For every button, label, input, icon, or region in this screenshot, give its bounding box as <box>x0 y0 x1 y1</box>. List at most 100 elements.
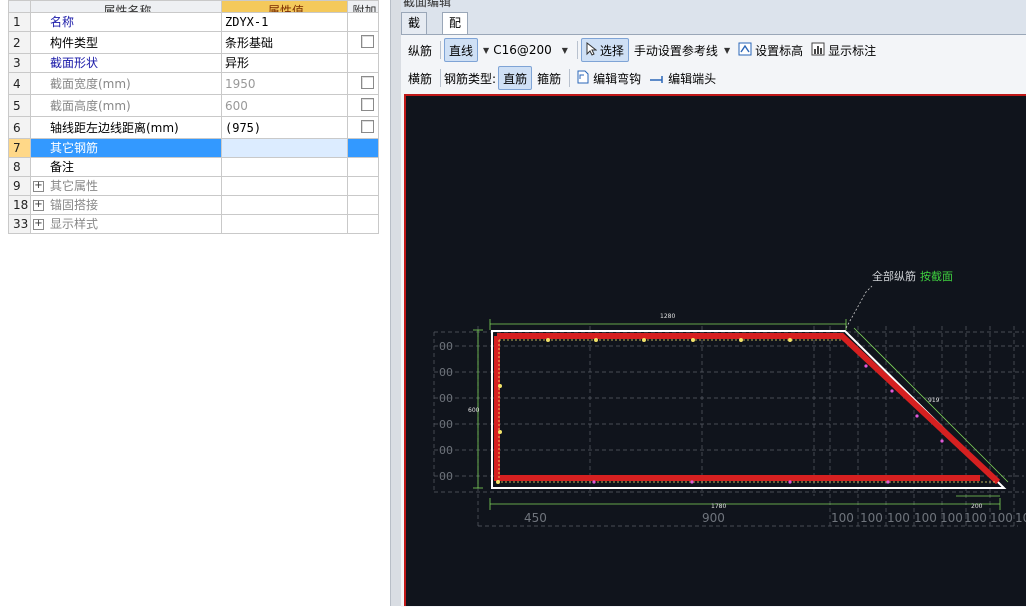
edit-bend-button[interactable]: 编辑弯钩 <box>573 67 644 89</box>
property-name-cell[interactable]: 备注 <box>30 157 222 177</box>
expand-icon[interactable]: + <box>33 219 44 230</box>
property-name: 轴线距左边线距离(mm) <box>50 120 179 135</box>
property-value[interactable] <box>221 138 348 158</box>
grid-label-left: 00 <box>439 392 453 405</box>
property-value[interactable] <box>221 157 348 177</box>
row-number: 18 <box>8 195 31 215</box>
select-label: 选择 <box>599 43 624 58</box>
property-row[interactable]: 2 构件类型 条形基础 <box>8 31 379 54</box>
show-annotation-button[interactable]: 显示标注 <box>808 39 879 61</box>
rebar-spec-select[interactable]: C16@200 ▼ <box>489 40 572 60</box>
annotation-by-section[interactable]: 按截面 <box>920 269 953 283</box>
property-value[interactable]: ZDYX-1 <box>221 12 348 32</box>
annotation-all-rebar: 全部纵筋 <box>872 269 916 283</box>
dimension-bottom-right: 200 <box>971 503 983 510</box>
property-row[interactable]: 5 截面高度(mm) 600 <box>8 94 379 117</box>
extra-checkbox[interactable] <box>361 120 374 133</box>
property-value[interactable]: (975) <box>221 116 348 139</box>
select-button[interactable]: 选择 <box>580 38 629 62</box>
property-row[interactable]: 33 + 显示样式 <box>8 214 379 234</box>
grid-label-left: 00 <box>439 418 453 431</box>
rebar-type-label: 钢筋类型: <box>444 71 497 86</box>
property-value[interactable]: 1950 <box>221 72 348 95</box>
dimension-slope: 919 <box>928 397 940 404</box>
line-mode-label: 直线 <box>449 43 474 58</box>
section-outline[interactable] <box>491 330 1007 489</box>
extra-cell <box>347 138 379 158</box>
rebar-path[interactable] <box>494 333 1001 485</box>
property-name-cell[interactable]: 构件类型 <box>30 31 222 54</box>
grid-label-bottom: 100 <box>940 511 963 525</box>
extra-checkbox[interactable] <box>361 76 374 89</box>
edit-bend-label: 编辑弯钩 <box>593 71 642 86</box>
tab-section[interactable]: 截面 <box>401 12 428 51</box>
manual-ref-line-button[interactable]: 手动设置参考线 ▼ <box>631 39 733 61</box>
straight-bar-button[interactable]: 直筋 <box>498 66 533 90</box>
drawing-canvas[interactable]: 00 00 00 00 00 00 450 900 100 100 100 10… <box>404 94 1026 606</box>
edit-end-button[interactable]: 编辑端头 <box>646 67 719 89</box>
property-name-cell[interactable]: + 其它属性 <box>30 176 222 196</box>
property-name-cell[interactable]: 截面高度(mm) <box>30 94 222 117</box>
show-annotation-label: 显示标注 <box>828 43 877 58</box>
stirrup-button[interactable]: 箍筋 <box>534 67 564 89</box>
section-drawing[interactable]: 00 00 00 00 00 00 450 900 100 100 100 10… <box>406 96 1026 608</box>
extra-cell <box>347 94 379 117</box>
grid-label-bottom: 450 <box>524 511 547 525</box>
property-value[interactable] <box>221 195 348 215</box>
header-name: 属性名称 <box>30 0 222 13</box>
header-value: 属性值 <box>221 0 348 13</box>
header-num <box>8 0 31 13</box>
expand-icon[interactable]: + <box>33 200 44 211</box>
property-name-cell[interactable]: + 显示样式 <box>30 214 222 234</box>
property-row[interactable]: 18 + 锚固搭接 <box>8 195 379 215</box>
extra-checkbox[interactable] <box>361 98 374 111</box>
extra-cell <box>347 31 379 54</box>
chevron-down-icon: ▼ <box>561 45 568 55</box>
extra-cell <box>347 53 379 73</box>
property-name: 其它属性 <box>50 179 99 193</box>
line-mode-button[interactable]: 直线 <box>444 38 479 62</box>
property-value[interactable]: 600 <box>221 94 348 117</box>
property-name-cell[interactable]: + 锚固搭接 <box>30 195 222 215</box>
property-name: 名称 <box>50 15 75 29</box>
property-name: 构件类型 <box>50 35 99 50</box>
straight-bar-label: 直筋 <box>503 71 528 86</box>
grid-label-bottom: 100 <box>887 511 910 525</box>
property-row[interactable]: 6 轴线距左边线距离(mm) (975) <box>8 116 379 139</box>
property-name-cell[interactable]: 轴线距左边线距离(mm) <box>30 116 222 139</box>
expand-icon[interactable]: + <box>33 181 44 192</box>
property-row[interactable]: 4 截面宽度(mm) 1950 <box>8 72 379 95</box>
annotation-chart-icon <box>811 42 825 59</box>
property-row[interactable]: 7 其它钢筋 <box>8 138 379 158</box>
property-name-cell[interactable]: 名称 <box>30 12 222 32</box>
property-name: 其它钢筋 <box>50 141 99 155</box>
property-name: 备注 <box>50 160 75 174</box>
tab-reinforcement[interactable]: 配筋 <box>442 12 469 51</box>
row-number: 5 <box>8 94 31 117</box>
extra-cell <box>347 195 379 215</box>
manual-ref-label: 手动设置参考线 <box>633 43 718 58</box>
extra-cell <box>347 214 379 234</box>
set-elevation-button[interactable]: 设置标高 <box>735 39 806 61</box>
extra-cell <box>347 72 379 95</box>
extra-checkbox[interactable] <box>361 35 374 48</box>
property-row[interactable]: 1 名称 ZDYX-1 <box>8 12 379 32</box>
grid-label-left: 00 <box>439 366 453 379</box>
property-value[interactable]: 异形 <box>221 53 348 73</box>
dimension-top: 1280 <box>660 313 675 320</box>
editor-title: 截面编辑 <box>403 0 452 9</box>
property-row[interactable]: 9 + 其它属性 <box>8 176 379 196</box>
rebar-points[interactable] <box>496 338 792 484</box>
property-name-cell[interactable]: 截面宽度(mm) <box>30 72 222 95</box>
property-name-cell[interactable]: 其它钢筋 <box>30 138 222 158</box>
property-value[interactable] <box>221 214 348 234</box>
property-row[interactable]: 3 截面形状 异形 <box>8 53 379 73</box>
property-row[interactable]: 8 备注 <box>8 157 379 177</box>
property-name-cell[interactable]: 截面形状 <box>30 53 222 73</box>
row-number: 4 <box>8 72 31 95</box>
property-value[interactable] <box>221 176 348 196</box>
row-number: 8 <box>8 157 31 177</box>
chevron-down-icon: ▼ <box>723 45 731 55</box>
property-table-header: 属性名称 属性值 附加 <box>8 0 379 13</box>
property-value[interactable]: 条形基础 <box>221 31 348 54</box>
